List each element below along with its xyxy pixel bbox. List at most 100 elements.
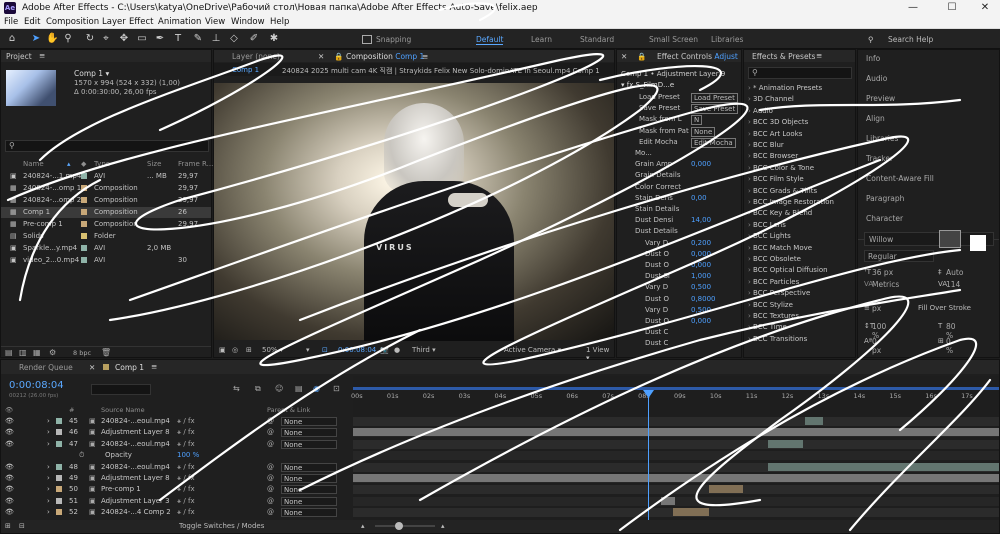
layer-switches[interactable]: ⚹ / fx [177,474,195,483]
effects-category-item[interactable]: › 3D Channel [748,95,794,103]
param-value[interactable]: 0,000 [691,160,711,168]
composition-canvas[interactable]: VIRUS [214,83,614,341]
project-tab[interactable]: Project [6,52,32,61]
camera-dropdown[interactable]: Active Camera ▾ [504,346,561,354]
visibility-icon[interactable]: 👁 [5,497,14,505]
layer-switches[interactable]: ⚹ / fx [177,417,195,426]
comp-mini-flowchart-icon[interactable]: ⇆ [233,384,240,393]
layer-name[interactable]: Adjustment Layer 8 [101,474,170,482]
layer-name[interactable]: 240824-...eoul.mp4 [101,463,170,471]
layer-switches[interactable]: ⚹ / fx [177,440,195,449]
parent-pickwhip-icon[interactable]: @ [267,463,274,471]
trash-icon[interactable]: 🗑 [101,348,111,357]
param-value[interactable]: 0,000 [691,261,711,269]
effects-category-item[interactable]: › BCC Color & Tone [748,164,814,172]
col-size[interactable]: Size [147,160,161,168]
tab-menu-icon[interactable]: ≡ [422,52,428,61]
show-channel-icon[interactable]: ● [394,346,400,354]
effects-category-item[interactable]: › Audio [748,107,773,115]
panel-tab-content-aware-fill[interactable]: Content-Aware Fill [866,174,934,183]
brush-tool-icon[interactable]: ✎ [192,33,204,45]
zoom-in-icon[interactable]: ▴ [441,522,445,530]
effects-search-input[interactable]: ⚲ [748,67,852,79]
layer-switches[interactable]: ⚹ / fx [177,428,195,437]
zoom-out-icon[interactable]: ▴ [361,522,365,530]
font-style-dropdown[interactable]: Regular [864,250,934,262]
effect-param-row[interactable]: Stain Details [617,204,741,215]
toggle-switches-modes[interactable]: Toggle Switches / Modes [179,522,264,530]
timeline-layer-row[interactable]: 👁 › 49 ▣ Adjustment Layer 8 ⚹ / fx @ None [1,473,353,484]
effects-category-item[interactable]: › BCC Grads & Tints [748,187,817,195]
camera-tool-icon[interactable]: ⌖ [100,33,112,45]
expand-arrow-icon[interactable]: › [47,417,50,425]
minimize-button[interactable]: — [898,0,928,16]
effect-param-row[interactable]: Dust O 0,000 [617,249,741,260]
effect-param-row[interactable]: Mo... [617,148,741,159]
rectangle-tool-icon[interactable]: ▭ [136,33,148,45]
effect-name[interactable]: ▾ fx S_FilmD...e [621,81,674,89]
effect-param-row[interactable]: Load Preset Load Preset [617,92,741,103]
snapping-checkbox[interactable] [362,35,372,44]
timeline-layer-row[interactable]: 👁 › 52 ▣ 240824-...4 Comp 2 ⚹ / fx @ None [1,507,353,518]
param-value[interactable]: N [691,115,703,126]
parent-dropdown[interactable]: None [281,508,337,518]
breadcrumb-file[interactable]: 240824 2025 multi cam 4K 직캠 | Straykids … [282,66,612,76]
grid-icon[interactable]: ⊞ [246,346,252,354]
effect-param-row[interactable]: Dust Si 1,000 [617,271,741,282]
always-preview-icon[interactable]: ▣ [219,346,226,354]
project-search-input[interactable]: ⚲ [5,140,209,152]
effect-param-row[interactable]: Dust O 0,000 [617,260,741,271]
project-item[interactable]: ▦ 240824-...omp 1 Composition 29,97 [1,183,211,194]
horizontal-scale-field[interactable]: T 80 % [938,322,956,340]
timeline-layer-row[interactable]: 👁 › 45 ▣ 240824-...eoul.mp4 ⚹ / fx @ None [1,416,353,427]
visibility-icon[interactable]: 👁 [5,474,14,482]
layer-switches[interactable]: ⚹ / fx [177,463,195,472]
effect-param-row[interactable]: Grain Amp 0,000 [617,159,741,170]
tab-comp-1[interactable]: Comp 1 [115,363,144,372]
layer-duration-bar[interactable] [805,417,823,425]
leading-field[interactable]: ‡ Auto [938,268,963,277]
param-value[interactable]: 0,8000 [691,295,716,303]
new-folder-icon[interactable]: ▥ [19,348,27,357]
effect-param-row[interactable]: Vary D 0,500 [617,282,741,293]
layer-name[interactable]: Pre-comp 1 [101,485,141,493]
tracking-field[interactable]: VA 114 [938,280,960,289]
effects-presets-tab[interactable]: Effects & Presets [752,52,815,61]
transfer-controls-icon[interactable]: ⊟ [19,522,25,530]
parent-pickwhip-icon[interactable]: @ [267,485,274,493]
effect-param-row[interactable]: Mask from Pat None [617,126,741,137]
effects-category-item[interactable]: › BCC Obsolete [748,255,801,263]
layer-duration-bar[interactable] [673,508,709,517]
timeline-layer-row[interactable]: 👁 › 46 ▣ Adjustment Layer 8 ⚹ / fx @ None [1,427,353,438]
visibility-icon[interactable]: 👁 [5,485,14,493]
effect-param-row[interactable]: Dust O 0,8000 [617,294,741,305]
layer-duration-bar[interactable] [353,474,999,482]
stopwatch-icon[interactable]: ⏱ [79,451,84,460]
parent-dropdown[interactable]: None [281,462,337,472]
layer-name[interactable]: 240824-...4 Comp 2 [101,508,171,516]
roto-brush-icon[interactable]: ✐ [248,33,260,45]
effects-category-item[interactable]: › BCC Time [748,323,787,331]
param-value[interactable]: 0,000 [691,250,711,258]
panel-tab-character[interactable]: Character [866,214,903,223]
param-value[interactable]: 0,00 [691,194,707,202]
workspace-small-screen[interactable]: Small Screen [649,35,698,44]
param-value[interactable]: 0,500 [691,283,711,291]
param-value[interactable]: Load Preset [691,93,738,103]
parent-pickwhip-icon[interactable]: @ [267,508,274,516]
viewer-timecode[interactable]: 0:00:08:04 [338,346,376,354]
layer-switches[interactable]: ⚹ / fx [177,497,195,506]
menu-view[interactable]: View [205,17,225,27]
parent-pickwhip-icon[interactable]: @ [267,428,274,436]
effects-category-item[interactable]: › BCC Lights [748,232,791,240]
frame-blending-icon[interactable]: ▤ [295,384,303,393]
col-source-name[interactable]: Source Name [101,406,145,414]
visibility-icon[interactable]: 👁 [5,463,14,471]
param-value[interactable]: 0,000 [691,317,711,325]
effects-category-item[interactable]: › BCC Image Restoration [748,198,834,206]
effects-category-item[interactable]: › BCC Blur [748,141,784,149]
snapshot-icon[interactable]: 📷 [380,346,389,354]
parent-pickwhip-icon[interactable]: @ [267,497,274,505]
workspace-standard[interactable]: Standard [580,35,614,44]
param-value[interactable]: 14,00 [691,216,711,224]
